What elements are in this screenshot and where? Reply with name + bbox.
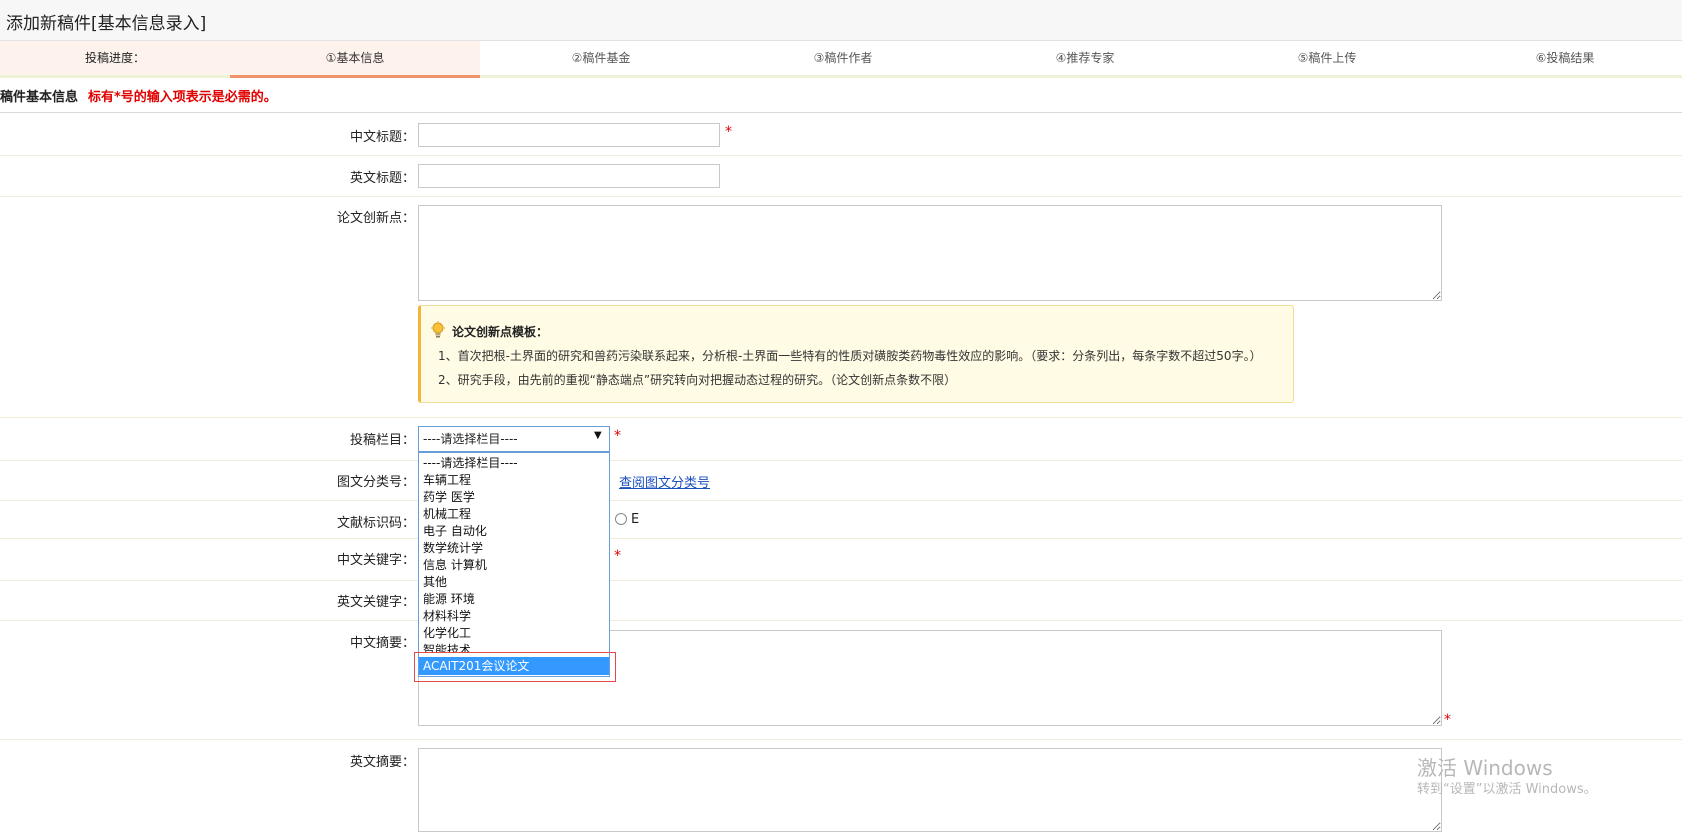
column-dropdown-list[interactable]: ----请选择栏目---- 车辆工程 药学 医学 机械工程 电子 自动化 数学统… <box>418 452 610 677</box>
tab-authors[interactable]: ③稿件作者 <box>722 41 964 75</box>
tab-experts[interactable]: ④推荐专家 <box>964 41 1206 75</box>
progress-label: 投稿进度： <box>0 41 230 75</box>
tab-funding[interactable]: ②稿件基金 <box>480 41 722 75</box>
row-divider <box>0 460 1682 461</box>
cn-keywords-label: 中文关键字： <box>336 553 415 568</box>
column-option[interactable]: 其他 <box>423 573 447 590</box>
column-option[interactable]: 材料科学 <box>423 607 471 624</box>
row-divider <box>0 417 1682 418</box>
title-bar <box>0 0 1682 41</box>
row-divider <box>0 500 1682 501</box>
row-divider <box>0 620 1682 621</box>
column-option[interactable]: 数学统计学 <box>423 539 483 556</box>
tab-upload[interactable]: ⑤稿件上传 <box>1206 41 1448 75</box>
cn-title-input[interactable] <box>418 123 720 147</box>
annotation-highlight-box <box>414 652 616 682</box>
clc-label: 图文分类号： <box>336 475 415 490</box>
doc-code-label: 文献标识码： <box>336 516 415 531</box>
cn-abstract-label: 中文摘要： <box>349 636 415 651</box>
cn-keywords-required: * <box>614 548 621 564</box>
cn-title-label: 中文标题： <box>349 130 415 145</box>
tip-title: 论文创新点模板： <box>452 325 549 339</box>
doc-code-radio-e[interactable] <box>615 513 627 525</box>
column-option[interactable]: 信息 计算机 <box>423 556 487 573</box>
column-label: 投稿栏目： <box>349 433 415 448</box>
section-divider <box>0 112 1682 113</box>
cn-abstract-required: * <box>1444 712 1451 728</box>
clc-lookup-link[interactable]: 查阅图文分类号 <box>619 472 710 491</box>
tip-line-2: 2、研究手段，由先前的重视“静态端点”研究转向对把握动态过程的研究。（论文创新点… <box>438 373 957 387</box>
doc-code-radio-e-label: E <box>631 512 640 527</box>
innovation-label: 论文创新点： <box>336 211 415 226</box>
en-title-label: 英文标题： <box>349 171 415 186</box>
row-divider <box>0 196 1682 197</box>
en-abstract-label: 英文摘要： <box>349 755 415 770</box>
activation-watermark-title: 激活 Windows <box>1417 756 1553 780</box>
row-divider <box>0 155 1682 156</box>
dropdown-arrow-icon[interactable]: ▼ <box>594 430 602 441</box>
column-required: * <box>614 428 621 444</box>
row-divider <box>0 580 1682 581</box>
section-title: 稿件基本信息 <box>0 90 79 105</box>
column-select[interactable]: ----请选择栏目---- <box>418 426 610 452</box>
tip-line-1: 1、首次把根-土界面的研究和兽药污染联系起来，分析根-土界面一些特有的性质对磺胺… <box>438 349 1262 363</box>
row-divider <box>0 739 1682 740</box>
page-title: 添加新稿件[基本信息录入] <box>6 14 207 34</box>
column-option[interactable]: 化学化工 <box>423 624 471 641</box>
column-option[interactable]: 药学 医学 <box>423 488 475 505</box>
column-option[interactable]: 车辆工程 <box>423 471 471 488</box>
column-option[interactable]: 电子 自动化 <box>423 522 487 539</box>
tab-basic-info[interactable]: ①基本信息 <box>230 41 480 78</box>
en-abstract-textarea[interactable] <box>418 748 1442 832</box>
en-keywords-label: 英文关键字： <box>336 595 415 610</box>
cn-title-required: * <box>725 124 732 140</box>
column-option[interactable]: 能源 环境 <box>423 590 475 607</box>
column-option[interactable]: 机械工程 <box>423 505 471 522</box>
required-note: 标有*号的输入项表示是必需的。 <box>88 90 277 105</box>
tab-result[interactable]: ⑥投稿结果 <box>1448 41 1682 75</box>
innovation-textarea[interactable] <box>418 205 1442 301</box>
lightbulb-icon <box>431 321 445 338</box>
en-title-input[interactable] <box>418 164 720 188</box>
column-option[interactable]: ----请选择栏目---- <box>423 454 518 471</box>
row-divider <box>0 538 1682 539</box>
activation-watermark-subtitle: 转到“设置”以激活 Windows。 <box>1417 782 1597 797</box>
